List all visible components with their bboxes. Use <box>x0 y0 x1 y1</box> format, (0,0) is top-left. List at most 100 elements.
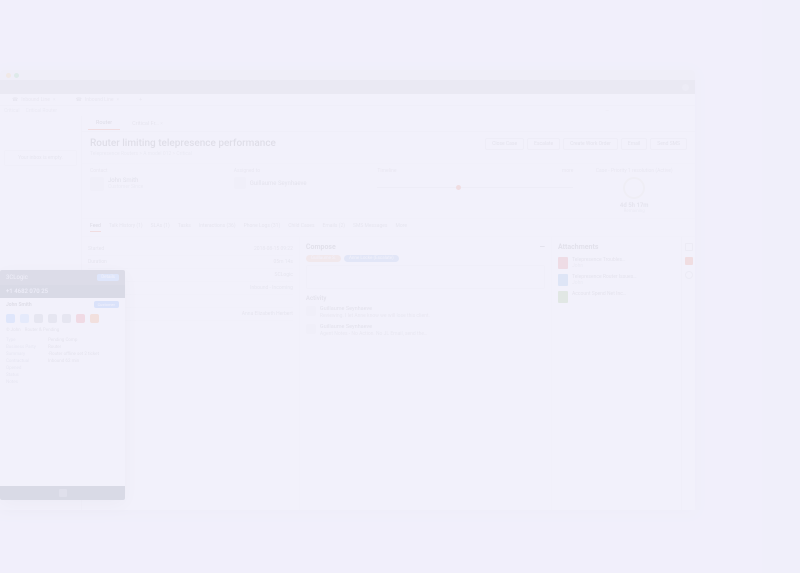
contact-name: John Smith <box>108 177 143 184</box>
xls-icon <box>558 291 568 303</box>
compose-to[interactable]: Guillaume S. Anne Locke (Escalate) <box>306 255 545 262</box>
cti-keypad-icon[interactable] <box>62 314 71 323</box>
tab-phone-logs[interactable]: Phone Logs (31) <box>244 223 281 232</box>
call-tab-label: Inbound Line <box>21 97 50 103</box>
activity-feed: Activity Guillaume SeynhaeveReviewing. I… <box>306 295 545 337</box>
close-icon[interactable]: × <box>117 97 120 103</box>
attachments-panel: Attachments Telepresence Troubles…John T… <box>551 237 681 510</box>
sla-status: Remaining <box>581 209 687 214</box>
browser-chrome <box>0 80 695 94</box>
window-titlebar <box>0 70 695 80</box>
sla-ring-icon <box>623 177 645 199</box>
attachment-item[interactable]: Telepresence Router Issues…John <box>558 274 675 286</box>
cti-title: 3CLogic <box>6 274 28 281</box>
timeline <box>377 177 573 197</box>
case-tabs: Router Critical Fr… × <box>82 116 695 132</box>
cti-hold-icon[interactable] <box>20 314 29 323</box>
call-tab-0[interactable]: ☎ Inbound Line × <box>4 95 64 105</box>
breadcrumb: Telepresence Routers > A model 012 > Cri… <box>90 151 276 157</box>
close-case-button[interactable]: Close Case <box>485 138 524 150</box>
info-row: Contact John Smith Customer Since Assign… <box>82 163 695 218</box>
doc-icon <box>558 274 568 286</box>
cti-call-controls <box>0 311 125 326</box>
cti-record-icon[interactable] <box>90 314 99 323</box>
compose-title: Compose <box>306 243 336 251</box>
compose-textarea[interactable] <box>306 265 545 289</box>
tab-talk-history[interactable]: Talk History (1) <box>109 223 143 232</box>
cti-transfer-icon[interactable] <box>48 314 57 323</box>
recipient-pill[interactable]: Guillaume S. <box>306 255 341 262</box>
contact-avatar-icon <box>90 177 104 191</box>
tab-child-cases[interactable]: Child Cases <box>288 223 314 232</box>
call-tab-1[interactable]: ☎ Inbound Line × <box>68 95 128 105</box>
contact-label: Contact <box>90 168 226 174</box>
main-panel: Router Critical Fr… × Router limiting te… <box>82 116 695 510</box>
tab-tasks[interactable]: Tasks <box>178 223 191 232</box>
cti-phone-number: +1 4682 070 25 <box>0 285 125 298</box>
content: Started2018-08-15 09:22 Duration05m 14s … <box>82 237 695 510</box>
cti-popup: 3CLogic Details +1 4682 070 25 John Smit… <box>0 270 125 500</box>
cti-footer <box>0 486 125 500</box>
tab-more[interactable]: More <box>395 223 407 232</box>
window-max-icon[interactable] <box>14 73 19 78</box>
escalate-button[interactable]: Escalate <box>527 138 560 150</box>
attachment-item[interactable]: Account Spend Net Inc… <box>558 291 675 303</box>
cti-details-button[interactable]: Details <box>97 274 119 281</box>
subheader-item[interactable]: Critical Router <box>26 108 57 114</box>
email-button[interactable]: Email <box>621 138 647 150</box>
collapse-icon[interactable]: — <box>540 243 545 251</box>
sla-label: Case - Priority 1 resolution (Active) <box>581 168 687 174</box>
cti-details: TypePending Comp Business PartyRouter Su… <box>0 335 125 388</box>
cti-titlebar: 3CLogic Details <box>0 270 125 285</box>
case-tab-router[interactable]: Router <box>88 117 120 130</box>
action-bar: Close Case Escalate Create Work Order Em… <box>485 138 687 150</box>
collapse-icon[interactable]: — <box>605 108 609 114</box>
cti-caller-info: John Smith Customer <box>0 298 125 311</box>
attachment-item[interactable]: Telepresence Troubles…John <box>558 257 675 269</box>
case-header: Router limiting telepresence performance… <box>82 132 695 163</box>
cti-mute-icon[interactable] <box>34 314 43 323</box>
user-avatar-icon[interactable] <box>682 84 689 91</box>
table-row: Duration05m 14s <box>88 256 293 269</box>
assignee[interactable]: Guillaume Seynhaeve <box>234 177 370 189</box>
tab-interactions[interactable]: Interactions (36) <box>199 223 236 232</box>
tab-emails[interactable]: Emails (2) <box>323 223 345 232</box>
cti-caller-badge: Customer <box>94 301 119 308</box>
subheader-item[interactable]: Critical <box>4 108 20 114</box>
nav-tabs: Feed Talk History (1) SLAs (1) Tasks Int… <box>82 218 695 237</box>
activity-item: Guillaume SeynhaeveAgent Notes - No Acti… <box>306 324 545 337</box>
tab-sms[interactable]: SMS Messages <box>353 223 387 232</box>
right-rail <box>681 237 695 510</box>
avatar-icon <box>306 306 316 316</box>
table-row: Started2018-08-15 09:22 <box>88 243 293 256</box>
tab-feed[interactable]: Feed <box>90 223 101 232</box>
contact-sub: Customer Since <box>108 184 143 190</box>
create-work-order-button[interactable]: Create Work Order <box>563 138 618 150</box>
cti-hangup-icon[interactable] <box>76 314 85 323</box>
cti-dialpad-icon[interactable] <box>59 489 67 497</box>
attachments-title: Attachments <box>558 243 675 251</box>
case-title: Router limiting telepresence performance <box>90 138 276 149</box>
cti-accept-icon[interactable] <box>6 314 15 323</box>
call-tabs: ☎ Inbound Line × ☎ Inbound Line × + <box>0 94 695 106</box>
rail-item[interactable] <box>685 271 693 279</box>
tab-slas[interactable]: SLAs (1) <box>151 223 170 232</box>
contact-card[interactable]: John Smith Customer Since <box>90 177 226 191</box>
assigned-label: Assigned to <box>234 168 370 174</box>
case-tab-critical[interactable]: Critical Fr… × <box>124 118 171 130</box>
add-tab-icon[interactable]: + <box>131 95 150 105</box>
send-sms-button[interactable]: Send SMS <box>650 138 687 150</box>
window-min-icon[interactable] <box>6 73 11 78</box>
recipient-pill[interactable]: Anne Locke (Escalate) <box>344 255 399 262</box>
close-icon[interactable]: × <box>160 121 163 127</box>
pdf-icon <box>558 257 568 269</box>
close-icon[interactable]: × <box>53 97 56 103</box>
avatar-icon <box>306 324 316 334</box>
call-tab-label: Inbound Line <box>85 97 114 103</box>
timeline-more-link[interactable]: more <box>562 168 574 174</box>
rail-item-active[interactable] <box>685 257 693 265</box>
sla-time: 4d 5h 17m <box>581 202 687 209</box>
activity-title: Activity <box>306 295 545 302</box>
rail-item[interactable] <box>685 243 693 251</box>
assignee-avatar-icon <box>234 177 246 189</box>
